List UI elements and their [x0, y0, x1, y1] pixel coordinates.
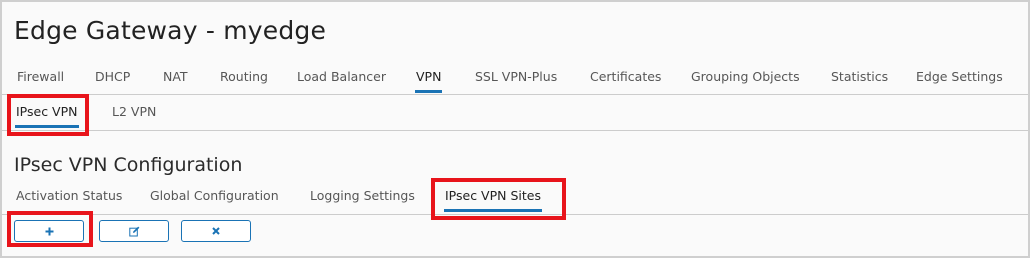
main-tab-bar: Firewall DHCP NAT Routing Load Balancer … [2, 62, 1028, 95]
tab-dhcp[interactable]: DHCP [95, 69, 130, 93]
vpn-sub-tab-bar: IPsec VPN L2 VPN [2, 94, 1028, 131]
tab-load-balancer[interactable]: Load Balancer [297, 69, 386, 93]
tab-statistics[interactable]: Statistics [831, 69, 888, 93]
edit-button[interactable] [99, 220, 169, 242]
tab-routing[interactable]: Routing [220, 69, 268, 93]
tab-l2-vpn[interactable]: L2 VPN [112, 104, 156, 128]
highlight-ipsec-vpn-tab [7, 94, 89, 136]
tab-logging-settings[interactable]: Logging Settings [310, 188, 415, 212]
tab-firewall[interactable]: Firewall [17, 69, 64, 93]
highlight-add-button [7, 211, 93, 247]
close-icon [212, 227, 220, 235]
page-title: Edge Gateway - myedge [14, 16, 327, 45]
tab-edge-settings[interactable]: Edge Settings [916, 69, 1003, 93]
edit-icon [128, 226, 139, 237]
tab-activation-status[interactable]: Activation Status [16, 188, 122, 212]
delete-button[interactable] [181, 220, 251, 242]
tab-ssl-vpn-plus[interactable]: SSL VPN-Plus [475, 69, 557, 93]
tab-nat[interactable]: NAT [163, 69, 188, 93]
tab-grouping-objects[interactable]: Grouping Objects [691, 69, 800, 93]
section-title: IPsec VPN Configuration [14, 154, 243, 176]
tab-global-configuration[interactable]: Global Configuration [150, 188, 279, 212]
highlight-ipsec-vpn-sites-tab [431, 178, 566, 220]
tab-vpn[interactable]: VPN [414, 69, 443, 93]
tab-certificates[interactable]: Certificates [590, 69, 661, 93]
